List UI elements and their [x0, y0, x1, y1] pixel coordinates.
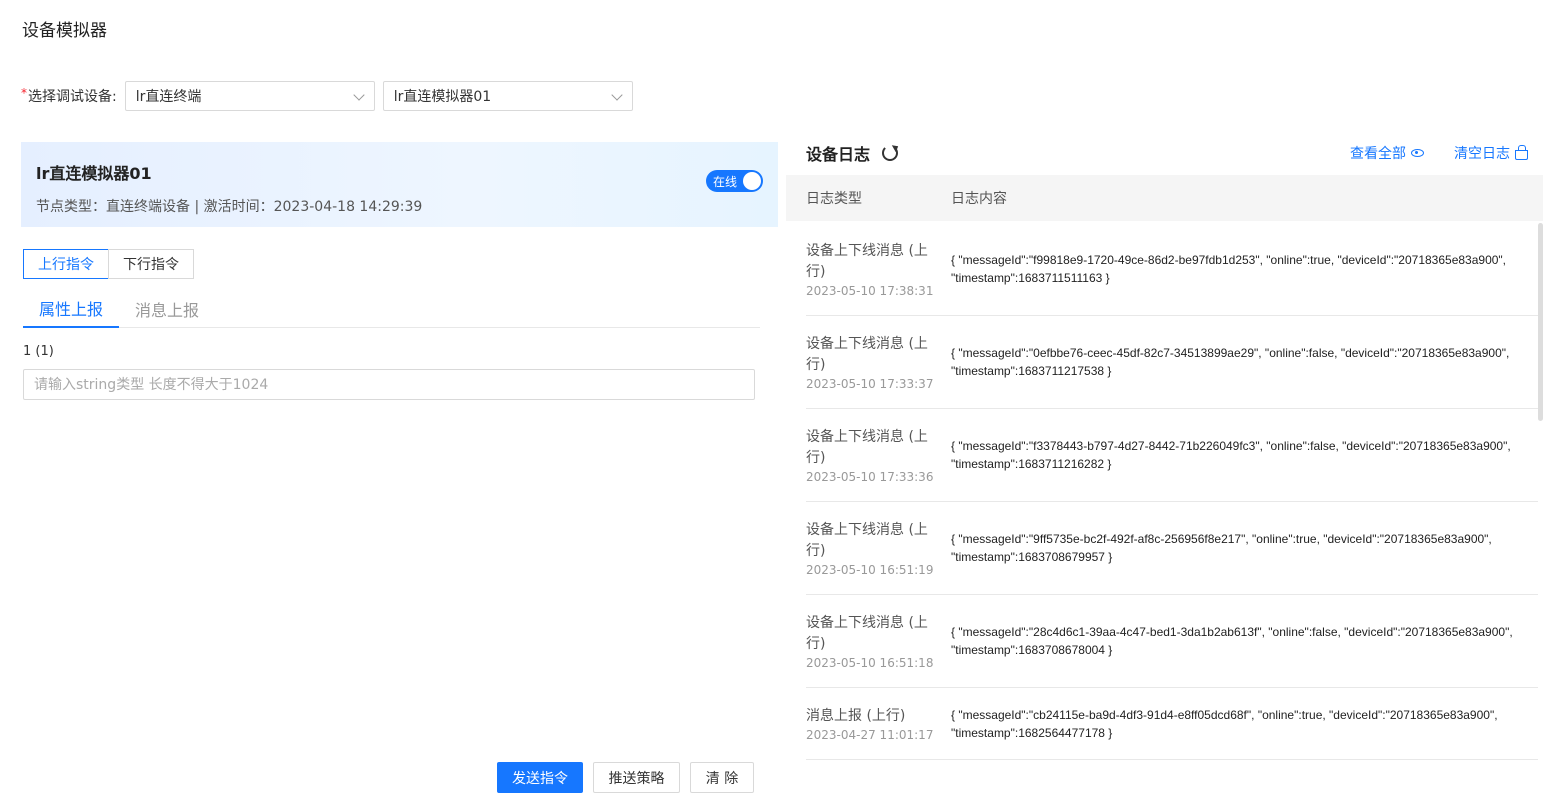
toggle-knob: [743, 172, 761, 190]
log-content: { "messageId":"cb24115e-ba9d-4df3-91d4-e…: [951, 707, 1498, 740]
log-time: 2023-05-10 17:33:37: [806, 376, 934, 391]
online-status-toggle[interactable]: 在线: [706, 170, 763, 192]
page-title: 设备模拟器: [22, 21, 107, 41]
log-type-cell: 设备上下线消息 (上行) 2023-05-10 17:33:37: [806, 334, 951, 391]
device-select-value: lr直连模拟器01: [393, 89, 492, 105]
log-type: 设备上下线消息 (上行): [806, 614, 928, 652]
clear-button[interactable]: 清 除: [690, 762, 754, 793]
log-scrollbar[interactable]: [1538, 223, 1543, 421]
table-row: 设备上下线消息 (上行) 2023-05-10 17:33:37 { "mess…: [806, 316, 1538, 409]
action-buttons: 发送指令 推送策略 清 除: [497, 762, 764, 793]
log-time: 2023-05-10 16:51:19: [806, 562, 934, 577]
log-list: 设备上下线消息 (上行) 2023-05-10 17:38:31 { "mess…: [806, 223, 1538, 760]
online-status-label: 在线: [713, 174, 738, 189]
table-row: 设备上下线消息 (上行) 2023-05-10 17:33:36 { "mess…: [806, 409, 1538, 502]
log-content: { "messageId":"f3378443-b797-4d27-8442-7…: [951, 439, 1511, 471]
product-select[interactable]: lr直连终端: [124, 81, 375, 111]
tab-downlink-command[interactable]: 下行指令: [108, 249, 194, 279]
log-time: 2023-05-10 16:51:18: [806, 655, 934, 670]
chevron-down-icon: [612, 91, 622, 101]
log-time: 2023-04-27 11:01:17: [806, 727, 934, 742]
log-content: { "messageId":"0efbbe76-ceec-45df-82c7-3…: [951, 346, 1510, 378]
log-title: 设备日志: [806, 145, 871, 164]
device-name: lr直连模拟器01: [36, 164, 152, 183]
table-row: 消息上报 (上行) 2023-04-27 11:01:17 { "message…: [806, 688, 1538, 760]
device-select-label: *选择调试设备:: [21, 86, 117, 106]
view-all-link[interactable]: 查看全部: [1350, 143, 1424, 163]
log-type: 设备上下线消息 (上行): [806, 335, 928, 373]
log-type-cell: 设备上下线消息 (上行) 2023-05-10 17:38:31: [806, 241, 951, 298]
device-info-card: lr直连模拟器01 节点类型：直连终端设备 | 激活时间：2023-04-18 …: [21, 142, 778, 227]
log-type: 设备上下线消息 (上行): [806, 428, 928, 466]
log-type-cell: 设备上下线消息 (上行) 2023-05-10 16:51:19: [806, 520, 951, 577]
log-content: { "messageId":"f99818e9-1720-49ce-86d2-b…: [951, 253, 1507, 285]
chevron-down-icon: [354, 91, 364, 101]
table-row: 设备上下线消息 (上行) 2023-05-10 16:51:18 { "mess…: [806, 595, 1538, 688]
table-row: 设备上下线消息 (上行) 2023-05-10 16:51:19 { "mess…: [806, 502, 1538, 595]
table-row: 设备上下线消息 (上行) 2023-05-10 17:38:31 { "mess…: [806, 223, 1538, 316]
basket-icon: [1515, 144, 1528, 160]
view-all-label: 查看全部: [1350, 146, 1406, 162]
log-table-header: 日志类型 日志内容: [786, 175, 1543, 221]
column-header-type: 日志类型: [806, 191, 862, 207]
device-select-label-text: 选择调试设备:: [28, 89, 117, 105]
command-tabs: 上行指令 下行指令: [23, 249, 194, 279]
tab-property-report[interactable]: 属性上报: [23, 290, 120, 328]
log-content: { "messageId":"9ff5735e-bc2f-492f-af8c-2…: [951, 532, 1492, 564]
log-content: { "messageId":"28c4d6c1-39aa-4c47-bed1-3…: [951, 625, 1513, 657]
log-header: 设备日志 查看全部 清空日志: [806, 140, 1528, 166]
log-time: 2023-05-10 17:38:31: [806, 283, 934, 298]
required-asterisk: *: [21, 86, 27, 100]
push-strategy-button[interactable]: 推送策略: [593, 762, 680, 793]
property-value-input[interactable]: [23, 369, 755, 400]
device-select-row: *选择调试设备: lr直连终端 lr直连模拟器01: [21, 81, 641, 111]
log-type: 设备上下线消息 (上行): [806, 242, 928, 280]
device-meta: 节点类型：直连终端设备 | 激活时间：2023-04-18 14:29:39: [36, 199, 423, 215]
device-select[interactable]: lr直连模拟器01: [382, 81, 633, 111]
log-type: 消息上报 (上行): [806, 707, 906, 724]
log-type: 设备上下线消息 (上行): [806, 521, 928, 559]
log-actions: 查看全部 清空日志: [1320, 143, 1528, 163]
property-field-label: 1 (1): [23, 344, 54, 359]
refresh-icon[interactable]: [882, 145, 899, 161]
tab-uplink-command[interactable]: 上行指令: [23, 249, 109, 279]
clear-log-label: 清空日志: [1454, 146, 1510, 162]
clear-log-link[interactable]: 清空日志: [1454, 143, 1528, 163]
tab-message-report[interactable]: 消息上报: [119, 290, 215, 327]
log-time: 2023-05-10 17:33:36: [806, 469, 934, 484]
column-header-content: 日志内容: [951, 191, 1007, 207]
send-command-button[interactable]: 发送指令: [497, 762, 583, 793]
log-type-cell: 消息上报 (上行) 2023-04-27 11:01:17: [806, 706, 951, 742]
log-type-cell: 设备上下线消息 (上行) 2023-05-10 16:51:18: [806, 613, 951, 670]
report-tabs: 属性上报 消息上报: [23, 290, 760, 328]
eye-icon: [1411, 149, 1424, 157]
product-select-value: lr直连终端: [135, 89, 202, 105]
log-type-cell: 设备上下线消息 (上行) 2023-05-10 17:33:36: [806, 427, 951, 484]
